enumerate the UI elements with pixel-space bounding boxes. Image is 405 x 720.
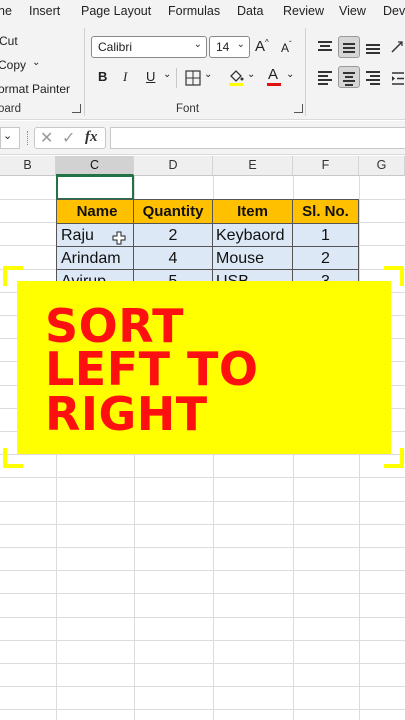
column-header-b[interactable]: B (0, 156, 56, 176)
group-divider (305, 28, 306, 116)
column-header-e[interactable]: E (213, 156, 293, 176)
corner-bracket-icon (3, 448, 23, 468)
banner-line-3: RIGHT (45, 387, 208, 441)
tab-page-layout[interactable]: Page Layout (81, 4, 151, 18)
corner-bracket-icon (3, 266, 23, 286)
clipboard-launcher-icon[interactable] (72, 104, 81, 113)
table-header-sl-no[interactable]: Sl. No. (293, 199, 359, 224)
formula-input[interactable] (110, 127, 405, 149)
font-size-box[interactable]: 14 ⌄ (209, 36, 250, 58)
column-header-d[interactable]: D (134, 156, 213, 176)
formula-controls: ✕ ✓ fx (34, 127, 106, 149)
indent-icon[interactable] (390, 70, 405, 86)
enter-icon[interactable]: ✓ (62, 128, 75, 148)
corner-bracket-icon (384, 448, 404, 468)
gridline-horizontal (0, 686, 405, 687)
active-cell[interactable] (56, 175, 134, 200)
table-header-name[interactable]: Name (56, 199, 134, 224)
chevron-down-icon: ⌄ (236, 39, 245, 50)
borders-icon[interactable] (185, 70, 201, 86)
align-center-button[interactable] (338, 66, 360, 88)
gridline-horizontal (0, 477, 405, 478)
shrink-font-icon: A (281, 41, 290, 55)
cut-button[interactable]: Cut (0, 34, 18, 48)
grow-font-icon: A (255, 38, 266, 55)
cancel-icon[interactable]: ✕ (40, 128, 53, 148)
table-cell[interactable]: Arindam (56, 247, 134, 270)
corner-bracket-icon (384, 266, 404, 286)
tab-view[interactable]: View (339, 4, 366, 18)
gridline-horizontal (0, 709, 405, 710)
clipboard-group-label: oard (0, 103, 22, 115)
middle-align-button[interactable] (338, 36, 360, 58)
gridline-horizontal (0, 640, 405, 641)
font-name-box[interactable]: Calibri ⌄ (91, 36, 207, 58)
column-header-g[interactable]: G (359, 156, 405, 176)
table-header-item[interactable]: Item (213, 199, 293, 224)
tab-review[interactable]: Review (283, 4, 324, 18)
gridline-horizontal (0, 570, 405, 571)
table-cell[interactable]: 2 (134, 224, 213, 247)
ribbon: Cut Copy ⌄ ormat Painter oard Calibri ⌄ … (0, 24, 405, 120)
fill-color-icon[interactable] (227, 67, 245, 87)
font-group-label: Font (176, 103, 200, 115)
font-color-swatch (267, 83, 281, 86)
font-launcher-icon[interactable] (294, 104, 303, 113)
orientation-icon[interactable] (390, 38, 405, 54)
tab-formulas[interactable]: Formulas (168, 4, 220, 18)
cell-cursor-icon (112, 231, 126, 245)
format-painter-button[interactable]: ormat Painter (0, 82, 70, 96)
font-color-button[interactable]: A (266, 66, 282, 88)
column-header-c[interactable]: C (56, 156, 134, 176)
italic-button[interactable]: I (123, 69, 127, 85)
bold-button[interactable]: B (98, 69, 107, 84)
align-left-button[interactable] (314, 66, 336, 88)
font-name-value: Calibri (98, 40, 133, 54)
ribbon-tab-bar: ne Insert Page Layout Formulas Data Revi… (0, 0, 405, 24)
separator (27, 131, 28, 145)
tab-data[interactable]: Data (237, 4, 263, 18)
table-header-quantity[interactable]: Quantity (134, 199, 213, 224)
gridline-horizontal (0, 547, 405, 548)
chevron-down-icon[interactable]: ⌄ (286, 69, 294, 80)
tab-insert[interactable]: Insert (29, 4, 60, 18)
table-cell[interactable]: Keybaord (213, 224, 293, 247)
group-divider (84, 28, 85, 116)
chevron-down-icon[interactable]: ⌄ (32, 57, 40, 68)
gridline-horizontal (0, 501, 405, 502)
gridline-horizontal (0, 617, 405, 618)
chevron-down-icon[interactable]: ⌄ (3, 129, 12, 142)
table-cell[interactable]: 4 (134, 247, 213, 270)
separator (176, 68, 177, 88)
table-cell[interactable]: Mouse (213, 247, 293, 270)
gridline-horizontal (0, 454, 405, 455)
table-cell[interactable]: 1 (293, 224, 359, 247)
chevron-down-icon[interactable]: ⌄ (204, 69, 212, 80)
chevron-down-icon: ⌄ (193, 39, 202, 50)
font-size-value: 14 (216, 40, 230, 54)
tab-home[interactable]: ne (0, 4, 12, 18)
chevron-down-icon[interactable]: ⌄ (247, 69, 255, 80)
shrink-font-button[interactable]: Aˇ (281, 40, 292, 55)
gridline-horizontal (0, 593, 405, 594)
gridline-horizontal (0, 663, 405, 664)
underline-button[interactable]: U (146, 69, 155, 84)
column-header-f[interactable]: F (293, 156, 359, 176)
font-color-icon: A (268, 66, 279, 83)
table-cell[interactable]: 2 (293, 247, 359, 270)
copy-button[interactable]: Copy (0, 58, 26, 72)
title-banner: SORT LEFT TO RIGHT (17, 281, 391, 454)
chevron-down-icon[interactable]: ⌄ (163, 69, 171, 80)
align-right-button[interactable] (362, 66, 384, 88)
tab-developer[interactable]: Deve (383, 4, 405, 18)
gridline-horizontal (0, 524, 405, 525)
function-icon[interactable]: fx (85, 129, 98, 146)
bottom-align-button[interactable] (362, 36, 384, 58)
top-align-button[interactable] (314, 36, 336, 58)
formula-bar: ⌄ ✕ ✓ fx (0, 121, 405, 155)
banner-line-2: LEFT TO (45, 342, 259, 396)
grow-font-button[interactable]: A^ (255, 38, 269, 55)
